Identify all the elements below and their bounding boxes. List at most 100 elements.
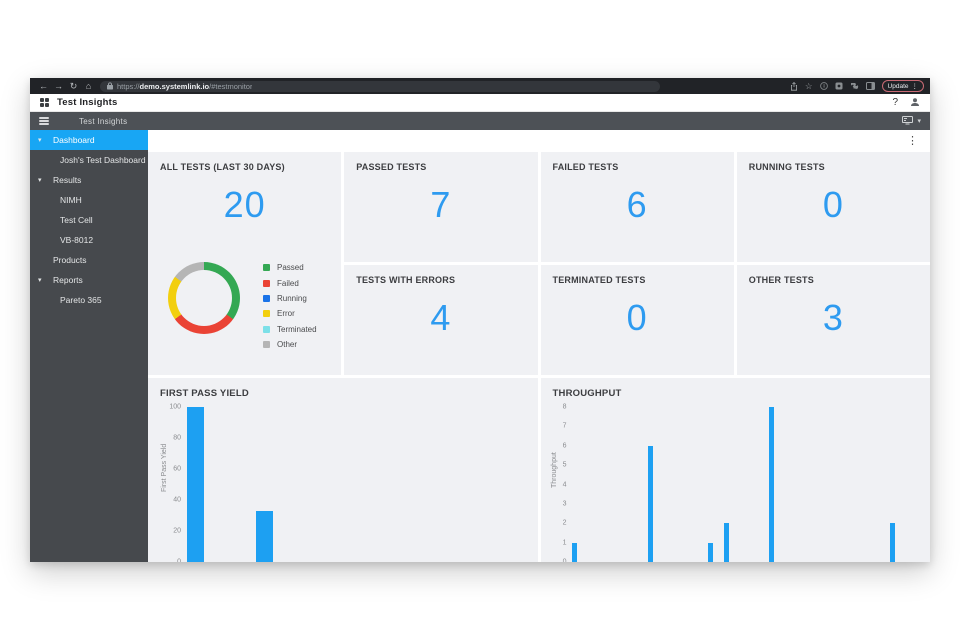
stat-value: 4 [344, 297, 537, 339]
legend-label: Running [277, 294, 307, 303]
stat-value: 20 [148, 184, 341, 226]
extension-icon[interactable] [835, 82, 843, 90]
sidebar-item-dashboard[interactable]: ▾ Dashboard [30, 130, 148, 150]
legend-item-failed[interactable]: Failed [263, 275, 317, 290]
legend-swatch [263, 264, 270, 271]
y-tick-label: 7 [563, 423, 567, 430]
stat-value: 6 [541, 184, 734, 226]
display-dropdown-caret-icon[interactable]: ▾ [917, 117, 921, 125]
stat-label: TERMINATED TESTS [541, 265, 734, 285]
y-tick-label: 0 [177, 559, 181, 563]
dashboard-menu-icon[interactable]: ⋮ [907, 136, 918, 147]
lock-icon [107, 82, 113, 90]
legend-label: Terminated [277, 325, 317, 334]
bookmark-star-icon[interactable]: ☆ [805, 78, 813, 94]
bar-value-2[interactable] [890, 523, 895, 562]
sidebar-item-label: Test Cell [60, 215, 93, 225]
y-axis-label: First Pass Yield [161, 444, 168, 492]
legend-item-other[interactable]: Other [263, 337, 317, 352]
expand-caret-icon[interactable]: ▾ [38, 136, 42, 144]
menu-hamburger-icon[interactable] [39, 117, 49, 125]
extensions-puzzle-icon[interactable] [850, 82, 859, 91]
card-terminated-tests: TERMINATED TESTS 0 [541, 265, 734, 375]
sidebar-item-label: Results [53, 175, 81, 185]
apps-grid-icon[interactable] [40, 98, 49, 107]
app-bar: Test Insights ? [30, 94, 930, 112]
legend-label: Other [277, 340, 297, 349]
legend-label: Passed [277, 263, 304, 272]
stat-label: RUNNING TESTS [737, 152, 930, 172]
sidebar-item-results[interactable]: ▾ Results [30, 170, 148, 190]
legend-swatch [263, 295, 270, 302]
bar-value-1[interactable] [708, 543, 713, 562]
legend-item-error[interactable]: Error [263, 306, 317, 321]
first-pass-yield-chart-card: FIRST PASS YIELD First Pass Yield 020406… [148, 378, 538, 562]
sidebar-item-vb-8012[interactable]: VB-8012 [30, 230, 148, 250]
display-monitor-icon[interactable] [902, 112, 913, 130]
stat-label: PASSED TESTS [344, 152, 537, 172]
update-button-menu-icon: ⋮ [912, 82, 919, 90]
legend-label: Error [277, 309, 295, 318]
y-tick-label: 100 [169, 404, 181, 411]
url-path: /#testmonitor [209, 82, 252, 91]
browser-window: ← → ↻ ⌂ https://demo.systemlink.io/#test… [30, 78, 930, 562]
sidebar-item-test-cell[interactable]: Test Cell [30, 210, 148, 230]
stat-label: ALL TESTS (LAST 30 DAYS) [148, 152, 341, 172]
address-bar[interactable]: https://demo.systemlink.io/#testmonitor [100, 81, 660, 92]
sidebar-item-label: Products [53, 255, 87, 265]
sidebar-item-nimh[interactable]: NIMH [30, 190, 148, 210]
sidebar-item-products[interactable]: Products [30, 250, 148, 270]
y-tick-label: 3 [563, 500, 567, 507]
url-text: https://demo.systemlink.io/#testmonitor [117, 82, 252, 91]
legend-swatch [263, 341, 270, 348]
first-pass-yield-plot[interactable]: 020406080100 [185, 407, 532, 562]
update-button[interactable]: Update ⋮ [882, 80, 924, 92]
sidebar-item-pareto-365[interactable]: Pareto 365 [30, 290, 148, 310]
chart-title: THROUGHPUT [553, 388, 622, 399]
y-tick-label: 0 [563, 559, 567, 563]
reload-icon[interactable]: ↻ [66, 78, 81, 94]
sidebar-item-label: Reports [53, 275, 83, 285]
y-axis-label: Throughput [551, 453, 558, 489]
user-icon[interactable] [910, 94, 920, 112]
card-running-tests: RUNNING TESTS 0 [737, 152, 930, 262]
card-passed-tests: PASSED TESTS 7 [344, 152, 537, 262]
home-icon[interactable]: ⌂ [81, 78, 96, 94]
throughput-plot[interactable]: 012345678 [571, 407, 927, 562]
sidebar-item-label: NIMH [60, 195, 82, 205]
legend-swatch [263, 310, 270, 317]
sidebar-item-label: Pareto 365 [60, 295, 102, 305]
legend-item-terminated[interactable]: Terminated [263, 322, 317, 337]
stat-label: FAILED TESTS [541, 152, 734, 172]
legend-item-passed[interactable]: Passed [263, 260, 317, 275]
y-tick-label: 6 [563, 442, 567, 449]
bar-value-100[interactable] [187, 407, 204, 562]
sidebar-item-reports[interactable]: ▾ Reports [30, 270, 148, 290]
forward-icon[interactable]: → [51, 78, 66, 94]
status-donut-chart[interactable] [168, 262, 240, 334]
bar-value-6[interactable] [648, 446, 653, 562]
expand-caret-icon[interactable]: ▾ [38, 176, 42, 184]
stat-label: TESTS WITH ERRORS [344, 265, 537, 285]
y-tick-label: 60 [173, 466, 181, 473]
y-tick-label: 8 [563, 404, 567, 411]
expand-caret-icon[interactable]: ▾ [38, 276, 42, 284]
legend-swatch [263, 280, 270, 287]
throughput-chart-card: THROUGHPUT Throughput 012345678 [541, 378, 931, 562]
bar-value-8[interactable] [769, 407, 774, 562]
info-icon[interactable] [820, 82, 828, 90]
legend-item-running[interactable]: Running [263, 291, 317, 306]
bar-value-33[interactable] [256, 511, 273, 562]
bar-value-2[interactable] [724, 523, 729, 562]
y-tick-label: 5 [563, 462, 567, 469]
sidebar-item-label: Josh's Test Dashboard [60, 155, 146, 165]
sidebar-item-label: Dashboard [53, 135, 95, 145]
sidebar-item-josh-s-test-dashboard[interactable]: Josh's Test Dashboard [30, 150, 148, 170]
help-icon[interactable]: ? [892, 97, 898, 108]
y-tick-label: 4 [563, 481, 567, 488]
app-title: Test Insights [57, 97, 118, 108]
bar-value-1[interactable] [572, 543, 577, 562]
side-panel-icon[interactable] [866, 82, 875, 90]
share-icon[interactable] [790, 82, 798, 91]
back-icon[interactable]: ← [36, 78, 51, 94]
